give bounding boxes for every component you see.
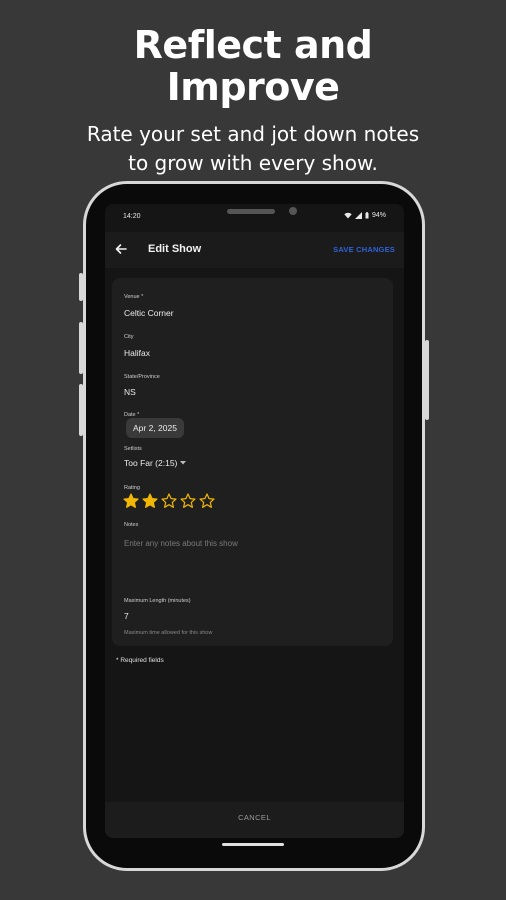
star-outline-icon[interactable] <box>180 493 196 509</box>
speaker-grille <box>227 209 275 214</box>
promo-headline-line2: Improve <box>166 65 340 109</box>
max-length-input[interactable]: 7 <box>124 611 129 621</box>
status-indicators: 94% <box>344 212 386 219</box>
caret-down-icon <box>180 461 187 465</box>
state-label: State/Province <box>124 374 160 380</box>
star-outline-icon[interactable] <box>161 493 177 509</box>
date-picker-chip[interactable]: Apr 2, 2025 <box>126 418 184 438</box>
rating-label: Rating <box>124 485 140 491</box>
app-bar: Edit Show SAVE CHANGES <box>105 232 404 268</box>
wifi-icon <box>344 212 352 219</box>
save-changes-button[interactable]: SAVE CHANGES <box>333 245 395 254</box>
required-fields-note: * Required fields <box>116 657 164 664</box>
city-label: City <box>124 334 134 340</box>
promo-page: Reflect and Improve Rate your set and jo… <box>0 0 506 900</box>
city-field[interactable]: Halifax <box>124 348 150 358</box>
home-indicator[interactable] <box>222 843 284 846</box>
promo-subhead-line1: Rate your set and jot down notes <box>86 122 420 146</box>
venue-field[interactable]: Celtic Corner <box>124 308 174 318</box>
star-filled-icon[interactable] <box>123 493 139 509</box>
star-rating[interactable] <box>123 493 215 509</box>
signal-icon <box>354 212 362 219</box>
setlist-dropdown[interactable]: Too Far (2:15) <box>124 458 187 468</box>
phone-right-button <box>425 340 429 420</box>
max-length-label: Maximum Length (minutes) <box>124 598 191 604</box>
promo-headline: Reflect and Improve <box>0 24 506 108</box>
show-form-card: Venue * Celtic Corner City Halifax State… <box>112 278 393 646</box>
promo-subhead: Rate your set and jot down notes to grow… <box>0 120 506 178</box>
status-time: 14:20 <box>123 213 141 220</box>
cancel-button[interactable]: CANCEL <box>105 802 404 838</box>
promo-subhead-line2: to grow with every show. <box>128 151 378 175</box>
notes-label: Notes <box>124 522 139 528</box>
notes-input[interactable]: Enter any notes about this show <box>124 539 238 548</box>
setlist-label: Setlists <box>124 446 142 452</box>
page-title: Edit Show <box>148 243 202 255</box>
arrow-left-icon[interactable] <box>114 242 128 256</box>
venue-label: Venue * <box>124 294 144 300</box>
promo-headline-line1: Reflect and <box>133 23 373 67</box>
status-bar: 14:20 94% <box>105 204 404 230</box>
setlist-selected-value: Too Far (2:15) <box>124 458 178 468</box>
state-field[interactable]: NS <box>124 387 136 397</box>
star-filled-icon[interactable] <box>142 493 158 509</box>
star-outline-icon[interactable] <box>199 493 215 509</box>
battery-level: 94% <box>371 212 386 219</box>
max-length-helper: Maximum time allowed for this show <box>124 630 213 636</box>
front-camera <box>289 207 297 215</box>
app-screen: 14:20 94% Edit Show SAVE CHANGES Venue *… <box>105 204 404 838</box>
battery-icon <box>365 212 369 219</box>
